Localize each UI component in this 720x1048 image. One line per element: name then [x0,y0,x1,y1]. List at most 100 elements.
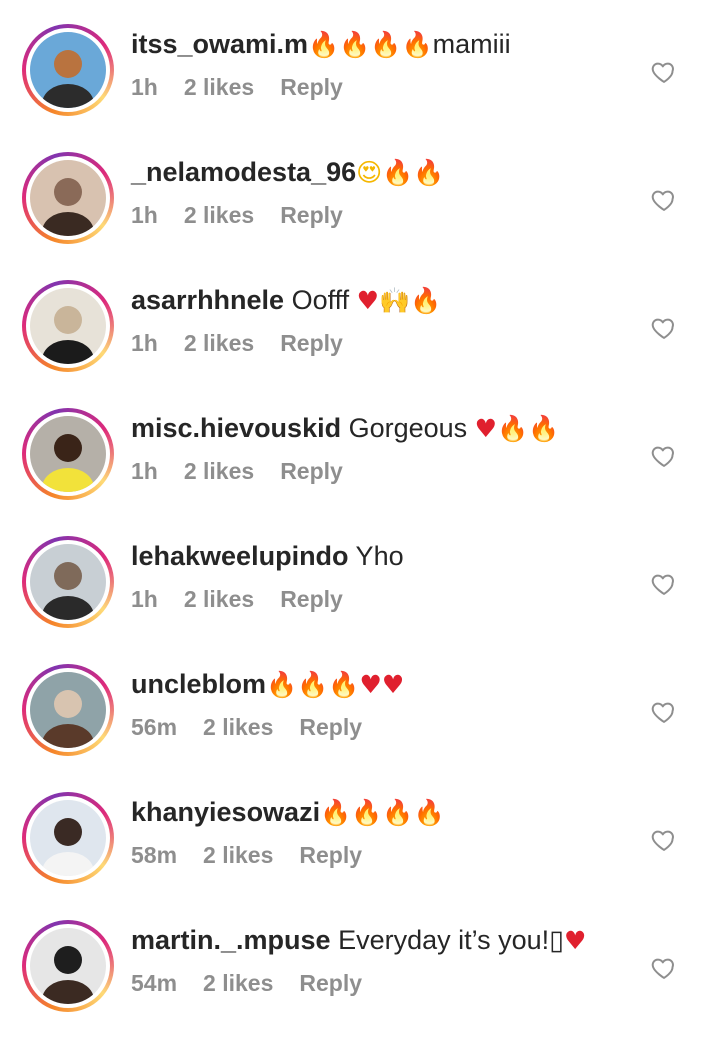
reply-button[interactable]: Reply [280,328,343,358]
red-heart-emoji-icon: ♥ [564,926,587,955]
reply-button[interactable]: Reply [280,456,343,486]
comment-timestamp: 1h [131,330,158,356]
fire-emoji-icon: 🔥 [339,30,371,59]
reply-button[interactable]: Reply [299,712,362,742]
comment-item: _nelamodesta_96😍🔥🔥 1h 2 likes Reply [0,152,720,280]
comment-timestamp: 1h [131,586,158,612]
like-heart-icon[interactable] [650,58,678,86]
reply-button[interactable]: Reply [299,968,362,998]
comment-meta: 1h 2 likes Reply [131,72,343,102]
fire-emoji-icon: 🔥 [528,414,560,443]
comment-likes-count[interactable]: 2 likes [184,584,254,614]
comment-meta: 56m 2 likes Reply [131,712,362,742]
comment-username[interactable]: martin._.mpuse [131,925,331,955]
comment-meta: 1h 2 likes Reply [131,456,343,486]
comment-body: martin._.mpuse Everyday it’s you!▯♥ [131,922,586,959]
comment-item: khanyiesowazi🔥🔥🔥🔥 58m 2 likes Reply [0,792,720,920]
comment-body: lehakweelupindo Yho [131,538,404,574]
comment-text: Yho [348,541,404,571]
comment-body: itss_owami.m🔥🔥🔥🔥mamiii [131,26,511,63]
heart-eyes-emoji-icon: 😍 [356,158,383,187]
avatar-story-ring[interactable] [22,152,114,244]
comment-meta: 1h 2 likes Reply [131,328,343,358]
fire-emoji-icon: 🔥 [382,798,414,827]
avatar[interactable] [30,800,106,876]
avatar-border [26,796,110,880]
comment-timestamp: 1h [131,458,158,484]
comment-timestamp: 1h [131,74,158,100]
fire-emoji-icon: 🔥 [410,286,442,315]
comment-text: Oofff [284,285,357,315]
comment-username[interactable]: _nelamodesta_96 [131,157,356,187]
fire-emoji-icon: 🔥 [413,798,445,827]
like-heart-icon[interactable] [650,570,678,598]
comment-meta: 54m 2 likes Reply [131,968,362,998]
comment-username[interactable]: uncleblom [131,669,266,699]
comment-username[interactable]: asarrhhnele [131,285,284,315]
comment-body: khanyiesowazi🔥🔥🔥🔥 [131,794,445,831]
fire-emoji-icon: 🔥 [308,30,340,59]
fire-emoji-icon: 🔥 [497,414,529,443]
avatar[interactable] [30,160,106,236]
fire-emoji-icon: 🔥 [297,670,329,699]
comment-item: misc.hievouskid Gorgeous ♥🔥🔥 1h 2 likes Rep… [0,408,720,536]
reply-button[interactable]: Reply [280,72,343,102]
comment-item: itss_owami.m🔥🔥🔥🔥mamiii 1h 2 likes Reply [0,24,720,152]
comment-item: uncleblom🔥🔥🔥♥♥ 56m 2 likes Reply [0,664,720,792]
comment-likes-count[interactable]: 2 likes [203,968,273,998]
avatar-story-ring[interactable] [22,280,114,372]
like-heart-icon[interactable] [650,954,678,982]
comment-username[interactable]: misc.hievouskid [131,413,341,443]
avatar[interactable] [30,32,106,108]
reply-button[interactable]: Reply [299,840,362,870]
like-heart-icon[interactable] [650,698,678,726]
avatar-border [26,540,110,624]
comment-text: Gorgeous [341,413,475,443]
avatar-story-ring[interactable] [22,536,114,628]
comment-likes-count[interactable]: 2 likes [203,840,273,870]
comment-text: mamiii [432,29,511,59]
reply-button[interactable]: Reply [280,584,343,614]
avatar-story-ring[interactable] [22,24,114,116]
comment-likes-count[interactable]: 2 likes [184,328,254,358]
avatar[interactable] [30,928,106,1004]
comment-username[interactable]: lehakweelupindo [131,541,349,571]
reply-button[interactable]: Reply [280,200,343,230]
comment-item: martin._.mpuse Everyday it’s you!▯♥ 54m 2 … [0,920,720,1048]
comment-body: misc.hievouskid Gorgeous ♥🔥🔥 [131,410,559,447]
avatar-border [26,284,110,368]
comment-likes-count[interactable]: 2 likes [184,456,254,486]
like-heart-icon[interactable] [650,826,678,854]
fire-emoji-icon: 🔥 [351,798,383,827]
avatar-story-ring[interactable] [22,920,114,1012]
fire-emoji-icon: 🔥 [382,158,414,187]
comment-body: _nelamodesta_96😍🔥🔥 [131,154,444,191]
like-heart-icon[interactable] [650,314,678,342]
red-heart-emoji-icon: ♥ [381,670,405,699]
comment-text: Everyday it’s you! [330,925,550,955]
fire-emoji-icon: 🔥 [328,670,360,699]
comment-username[interactable]: khanyiesowazi [131,797,320,827]
comments-list: itss_owami.m🔥🔥🔥🔥mamiii 1h 2 likes Reply _nel… [0,0,720,1012]
comment-likes-count[interactable]: 2 likes [184,72,254,102]
avatar-story-ring[interactable] [22,664,114,756]
comment-likes-count[interactable]: 2 likes [203,712,273,742]
red-heart-emoji-icon: ♥ [474,414,498,443]
avatar-story-ring[interactable] [22,408,114,500]
avatar[interactable] [30,544,106,620]
avatar[interactable] [30,416,106,492]
avatar[interactable] [30,672,106,748]
comment-meta: 58m 2 likes Reply [131,840,362,870]
avatar-border [26,668,110,752]
avatar[interactable] [30,288,106,364]
comment-timestamp: 1h [131,202,158,228]
like-heart-icon[interactable] [650,186,678,214]
comment-text: ▯ [549,925,565,955]
comment-likes-count[interactable]: 2 likes [184,200,254,230]
raised-hands-emoji-icon: 🙌 [379,286,411,315]
avatar-story-ring[interactable] [22,792,114,884]
comment-timestamp: 56m [131,714,178,740]
comment-username[interactable]: itss_owami.m [131,29,308,59]
like-heart-icon[interactable] [650,442,678,470]
fire-emoji-icon: 🔥 [266,670,298,699]
